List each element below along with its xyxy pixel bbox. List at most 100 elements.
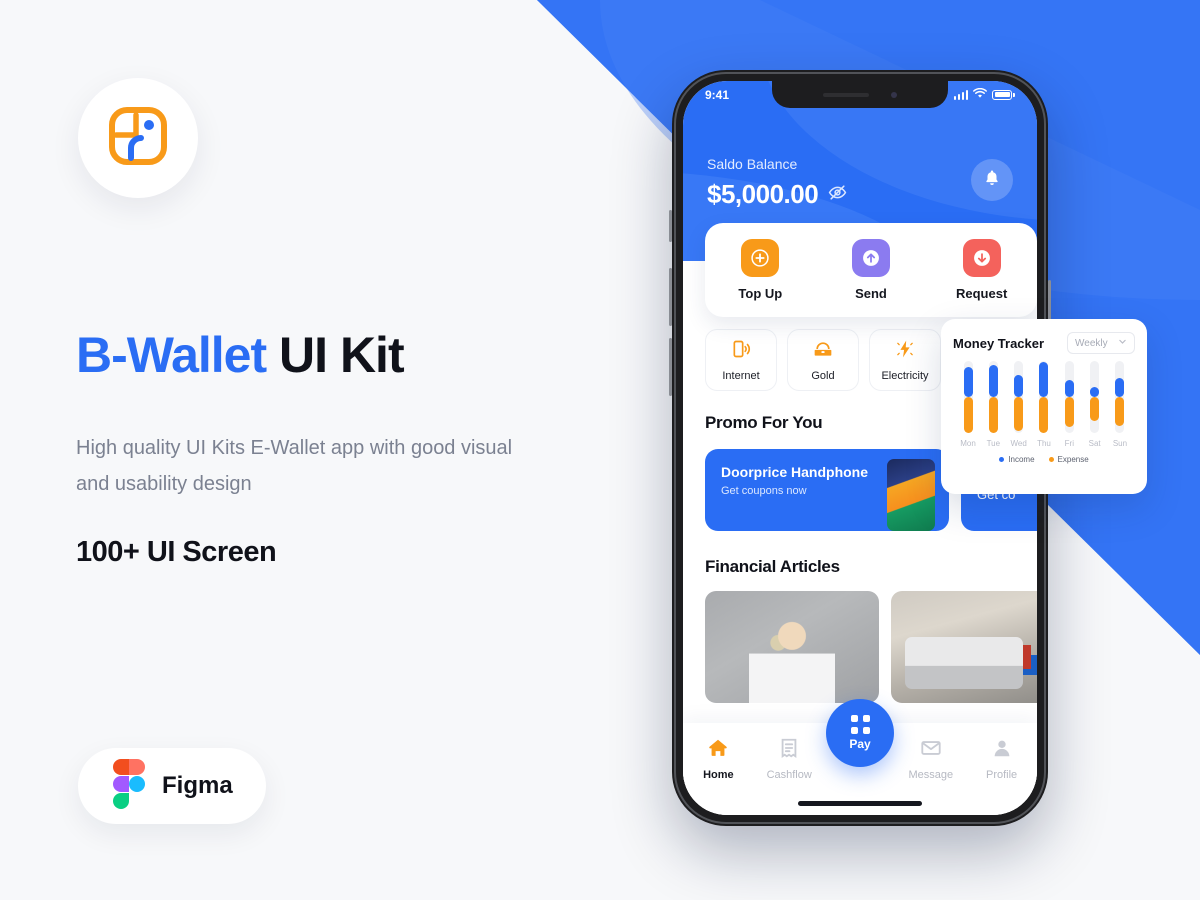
status-time: 9:41 (705, 87, 730, 102)
chart-track (988, 361, 998, 433)
service-label: Internet (722, 369, 760, 382)
phone-volume-down-button (669, 338, 672, 396)
chart-day-label: Sat (1088, 439, 1101, 448)
b-wallet-logo-icon (106, 104, 170, 173)
title-suffix: UI Kit (266, 327, 405, 383)
balance-amount: $5,000.00 (707, 179, 819, 209)
receipt-icon (778, 737, 800, 764)
nav-item-home[interactable]: Home (683, 737, 754, 781)
nav-item-message[interactable]: Message (895, 737, 966, 781)
balance-block: Saldo Balance $5,000.00 (707, 156, 847, 210)
lightning-bolt-icon (895, 339, 915, 364)
service-electricity[interactable]: Electricity (869, 329, 941, 391)
chart-day-label: Sun (1112, 439, 1128, 448)
money-tracker-card: Money Tracker Weekly Mon Tue Wed Thu Fri Sat S… (941, 319, 1147, 494)
chart-day-label: Wed (1010, 439, 1027, 448)
figma-label: Figma (162, 772, 233, 799)
service-gold[interactable]: Gold (787, 329, 859, 391)
chart-day-label: Fri (1064, 439, 1074, 448)
promo-card[interactable]: Doorprice Handphone Get coupons now (705, 449, 949, 531)
nav-item-cashflow[interactable]: Cashflow (754, 737, 825, 781)
quick-action-send[interactable]: Send (826, 239, 916, 301)
eye-off-icon[interactable] (828, 183, 847, 207)
balance-label: Saldo Balance (707, 156, 798, 172)
article-card[interactable] (891, 591, 1037, 703)
app-logo-badge (78, 78, 198, 198)
title-brand: B-Wallet (76, 327, 267, 383)
page-subtitle: High quality UI Kits E-Wallet app with g… (76, 437, 513, 495)
gold-bar-icon (813, 339, 833, 364)
pay-button[interactable]: Pay (826, 699, 894, 767)
quick-action-request[interactable]: Request (937, 239, 1027, 301)
bar-income (1115, 378, 1125, 397)
chart-column: Sun (1109, 361, 1131, 448)
service-label: Electricity (881, 369, 929, 382)
mobile-signal-icon (731, 339, 751, 364)
bar-income (988, 364, 998, 397)
arrow-down-circle-icon (962, 239, 1001, 277)
arrow-up-circle-icon (851, 239, 890, 277)
envelope-icon (920, 737, 942, 764)
qr-scan-icon (850, 715, 870, 734)
bar-income (1014, 375, 1024, 397)
bar-expense (1014, 397, 1024, 431)
figma-badge[interactable]: Figma (78, 748, 266, 824)
wifi-icon (973, 87, 988, 102)
bar-income (1039, 362, 1049, 397)
nav-label: Cashflow (766, 769, 812, 781)
chart-track (1014, 361, 1024, 433)
service-internet[interactable]: Internet (705, 329, 777, 391)
phone-volume-up-button (669, 268, 672, 326)
bar-expense (1064, 397, 1074, 428)
bar-expense (1090, 397, 1100, 421)
front-camera (891, 91, 897, 98)
chart-track (963, 361, 973, 433)
nav-label: Profile (985, 769, 1018, 781)
promo-section-title: Promo For You (705, 413, 823, 432)
cellular-bars-icon (953, 89, 969, 100)
person-icon (991, 737, 1013, 764)
home-indicator (798, 801, 922, 806)
figma-logo-icon (112, 758, 146, 814)
bar-expense (1039, 397, 1049, 433)
bell-icon (983, 169, 1001, 192)
chart-column: Thu (1033, 361, 1055, 448)
chart-track (1115, 361, 1125, 433)
quick-action-top-up[interactable]: Top Up (715, 239, 805, 301)
marketing-panel: B-Wallet UI Kit High quality UI Kits E-W… (0, 0, 540, 900)
chart-track (1064, 361, 1074, 433)
chart-column: Mon (957, 361, 979, 448)
nav-item-profile[interactable]: Profile (966, 737, 1037, 781)
legend-dot-expense (1048, 457, 1054, 462)
articles-section-title: Financial Articles (705, 557, 840, 576)
legend-expense: Expense (1048, 455, 1089, 464)
home-icon (707, 737, 729, 764)
service-label: Gold (811, 369, 835, 382)
chart-track (1039, 361, 1049, 433)
legend-dot-income (999, 457, 1005, 462)
legend-label: Expense (1057, 455, 1089, 464)
chevron-down-icon (1118, 337, 1127, 349)
phone-mute-switch (669, 210, 672, 242)
chart-day-label: Thu (1037, 439, 1051, 448)
bar-income (963, 366, 973, 397)
chart-column: Wed (1008, 361, 1030, 448)
screen-count-label: 100+ UI Screen (76, 536, 277, 568)
period-value: Weekly (1075, 337, 1108, 349)
page-title: B-Wallet UI Kit (76, 326, 405, 384)
articles-row[interactable] (705, 591, 1037, 703)
legend-label: Income (1008, 455, 1035, 464)
period-select[interactable]: Weekly (1067, 332, 1135, 354)
pay-label: Pay (849, 737, 871, 751)
article-card[interactable] (705, 591, 879, 703)
chart-column: Sat (1084, 361, 1106, 448)
quick-action-label: Top Up (738, 286, 783, 301)
quick-action-label: Send (855, 286, 887, 301)
earpiece-speaker (823, 92, 869, 97)
money-tracker-chart: Mon Tue Wed Thu Fri Sat Sun (953, 361, 1135, 448)
chart-column: Fri (1058, 361, 1080, 448)
chart-day-label: Mon (960, 439, 976, 448)
bar-expense (963, 397, 973, 433)
notifications-button[interactable] (971, 159, 1013, 201)
bar-income (1090, 386, 1100, 397)
